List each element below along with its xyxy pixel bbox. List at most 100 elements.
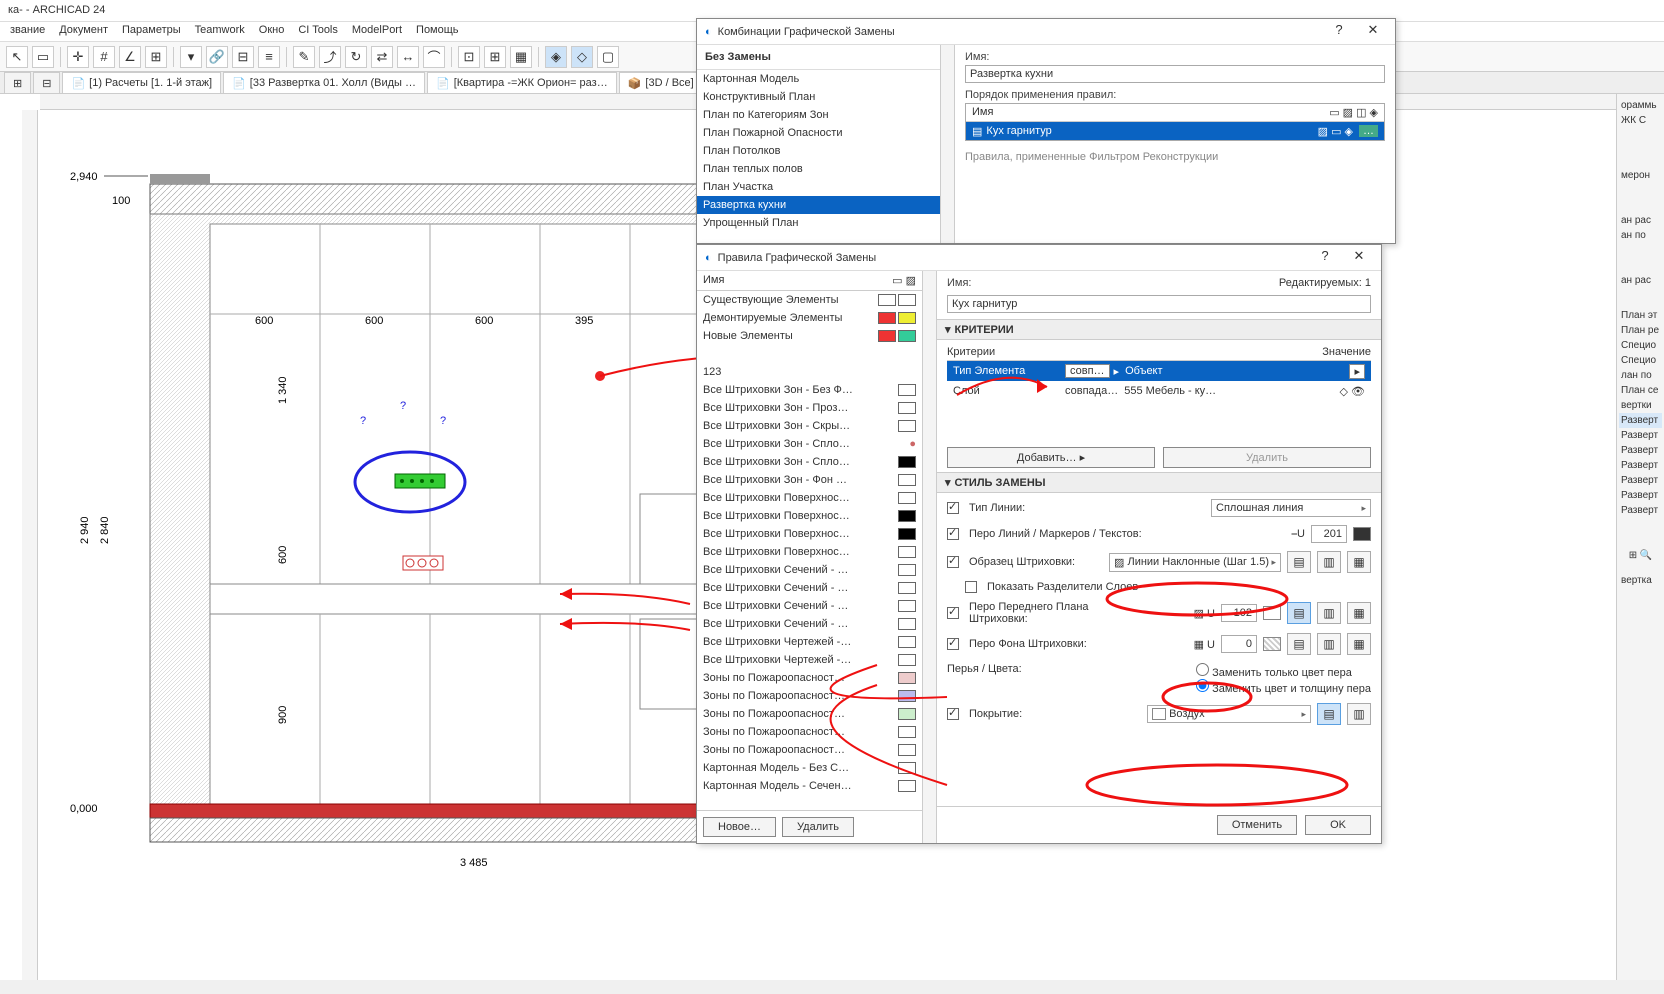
strip-item[interactable]: Разверт	[1619, 413, 1662, 428]
rule-item[interactable]: Все Штриховки Сечений - …	[697, 579, 922, 597]
ok-button[interactable]: OK	[1305, 815, 1371, 835]
criteria-header[interactable]: ▾КРИТЕРИИ	[937, 319, 1381, 340]
dialog-titlebar[interactable]: ◐ Правила Графической Замены ? ✕	[697, 245, 1381, 271]
delete-rule-button[interactable]: Удалить	[782, 817, 854, 837]
strip-item[interactable]: План ре	[1619, 323, 1662, 338]
close-icon[interactable]: ✕	[1345, 248, 1373, 268]
bg-opt1-icon[interactable]: ▤	[1287, 633, 1311, 655]
cov-opt1-icon[interactable]: ▤	[1317, 703, 1341, 725]
rule-item[interactable]: Зоны по Пожароопасност…	[697, 705, 922, 723]
combination-item[interactable]: Развертка кухни	[697, 196, 940, 214]
rule-item[interactable]: Все Штриховки Зон - Спло…	[697, 453, 922, 471]
combination-item[interactable]: План Пожарной Опасности	[697, 124, 940, 142]
rule-item[interactable]: Картонная Модель - Сечен…	[697, 777, 922, 795]
strip-item[interactable]: ораммь	[1619, 98, 1662, 113]
tool-view1-icon[interactable]: ◈	[545, 46, 567, 68]
rule-item[interactable]: Все Штриховки Чертежей -…	[697, 633, 922, 651]
menu-item[interactable]: Параметры	[116, 22, 187, 41]
rule-item[interactable]: 123	[697, 363, 922, 381]
tool-fillet-icon[interactable]: ⌒	[423, 46, 445, 68]
bg-pen-input[interactable]	[1221, 635, 1257, 653]
tool-pipette-icon[interactable]: ✎	[293, 46, 315, 68]
tool-doc-icon[interactable]: ▾	[180, 46, 202, 68]
tool-misc-icon[interactable]: ≡	[258, 46, 280, 68]
bg-pen-checkbox[interactable]	[947, 638, 959, 650]
tool-marquee-icon[interactable]: ▭	[32, 46, 54, 68]
strip-item[interactable]: Разверт	[1619, 503, 1662, 518]
menu-item[interactable]: Teamwork	[189, 22, 251, 41]
rule-name-input[interactable]	[947, 295, 1371, 313]
cov-opt2-icon[interactable]: ▥	[1347, 703, 1371, 725]
strip-item[interactable]: Разверт	[1619, 473, 1662, 488]
rules-list[interactable]: Существующие ЭлементыДемонтируемые Элеме…	[697, 291, 922, 810]
strip-item[interactable]: Специо	[1619, 353, 1662, 368]
strip-item[interactable]: Разверт	[1619, 443, 1662, 458]
show-separators-checkbox[interactable]	[965, 581, 977, 593]
document-tab[interactable]: 📦[3D / Все]	[619, 72, 703, 93]
line-type-dropdown[interactable]: Сплошная линия▸	[1211, 499, 1371, 517]
rule-item[interactable]: Все Штриховки Поверхнос…	[697, 507, 922, 525]
tool-group1-icon[interactable]: ⊡	[458, 46, 480, 68]
rule-item[interactable]: Все Штриховки Чертежей -…	[697, 651, 922, 669]
rule-item[interactable]: Все Штриховки Зон - Фон К…	[697, 471, 922, 489]
criteria-row[interactable]: Слой совпада… 555 Мебель - ку… ◇ 👁	[947, 381, 1371, 401]
tool-view3-icon[interactable]: ▢	[597, 46, 619, 68]
fill-opt1-icon[interactable]: ▤	[1287, 551, 1311, 573]
tool-snap-icon[interactable]: ⊞	[145, 46, 167, 68]
scrollbar[interactable]	[923, 271, 937, 843]
palette-icon[interactable]: ⊞ 🔍	[1619, 548, 1662, 563]
strip-item[interactable]: ан по	[1619, 228, 1662, 243]
tool-crosshair-icon[interactable]: ✛	[67, 46, 89, 68]
bg-pen-swatch[interactable]	[1263, 637, 1281, 651]
tool-group2-icon[interactable]: ⊞	[484, 46, 506, 68]
rule-item[interactable]: Все Штриховки Поверхнос…	[697, 543, 922, 561]
line-type-checkbox[interactable]	[947, 502, 959, 514]
rule-item[interactable]: Все Штриховки Зон - Проз…	[697, 399, 922, 417]
scrollbar[interactable]	[941, 45, 955, 243]
combination-item[interactable]: План Участка	[697, 178, 940, 196]
fg-pen-swatch[interactable]	[1263, 606, 1281, 620]
coverage-checkbox[interactable]	[947, 708, 959, 720]
combination-item[interactable]: Упрощенный План	[697, 214, 940, 232]
tool-align-icon[interactable]: ⊟	[232, 46, 254, 68]
strip-item[interactable]: Разверт	[1619, 488, 1662, 503]
combination-item[interactable]: Картонная Модель	[697, 70, 940, 88]
strip-item[interactable]: План эт	[1619, 308, 1662, 323]
fill-pattern-dropdown[interactable]: ▨ Линии Наклонные (Шаг 1.5)▸	[1109, 553, 1281, 572]
rule-item[interactable]: Все Штриховки Зон - Без Ф…	[697, 381, 922, 399]
help-icon[interactable]: ?	[1325, 22, 1353, 42]
rule-item[interactable]: Все Штриховки Сечений - …	[697, 597, 922, 615]
crit-value[interactable]: 555 Мебель - ку…	[1124, 385, 1216, 397]
rule-item[interactable]: Зоны по Пожароопасност…	[697, 741, 922, 759]
rule-item[interactable]: Зоны по Пожароопасност…	[697, 669, 922, 687]
rule-item[interactable]	[697, 345, 922, 363]
bg-opt2-icon[interactable]: ▥	[1317, 633, 1341, 655]
add-criteria-button[interactable]: Добавить… ▸	[947, 447, 1155, 468]
tool-grid-icon[interactable]: #	[93, 46, 115, 68]
strip-item[interactable]: Разверт	[1619, 458, 1662, 473]
criteria-row[interactable]: Тип Элемента совп… ▸ Объект ▸	[947, 361, 1371, 381]
rule-item[interactable]: Зоны по Пожароопасност…	[697, 723, 922, 741]
tool-offset-icon[interactable]: ⤴	[319, 46, 341, 68]
close-icon[interactable]: ✕	[1359, 22, 1387, 42]
fg-pen-checkbox[interactable]	[947, 607, 959, 619]
new-rule-button[interactable]: Новое…	[703, 817, 776, 837]
pen-markers-checkbox[interactable]	[947, 528, 959, 540]
style-header[interactable]: ▾СТИЛЬ ЗАМЕНЫ	[937, 472, 1381, 493]
help-icon[interactable]: ?	[1311, 248, 1339, 268]
tool-rotate-icon[interactable]: ↻	[345, 46, 367, 68]
fill-opt3-icon[interactable]: ▦	[1347, 551, 1371, 573]
rule-item[interactable]: Все Штриховки Зон - Скры…	[697, 417, 922, 435]
strip-item[interactable]: мерон	[1619, 168, 1662, 183]
strip-item[interactable]: ан рас	[1619, 273, 1662, 288]
bg-opt3-icon[interactable]: ▦	[1347, 633, 1371, 655]
fill-pattern-checkbox[interactable]	[947, 556, 959, 568]
tab-grid-icon[interactable]: ⊞	[4, 72, 31, 93]
rule-item[interactable]: Все Штриховки Поверхнос…	[697, 489, 922, 507]
rule-item[interactable]: Новые Элементы	[697, 327, 922, 345]
rule-item[interactable]: Демонтируемые Элементы	[697, 309, 922, 327]
tool-mirror-icon[interactable]: ⇄	[371, 46, 393, 68]
tab-list-icon[interactable]: ⊟	[33, 72, 60, 93]
crit-op[interactable]: совп…	[1065, 364, 1110, 378]
rule-more-icon[interactable]: …	[1359, 125, 1378, 137]
